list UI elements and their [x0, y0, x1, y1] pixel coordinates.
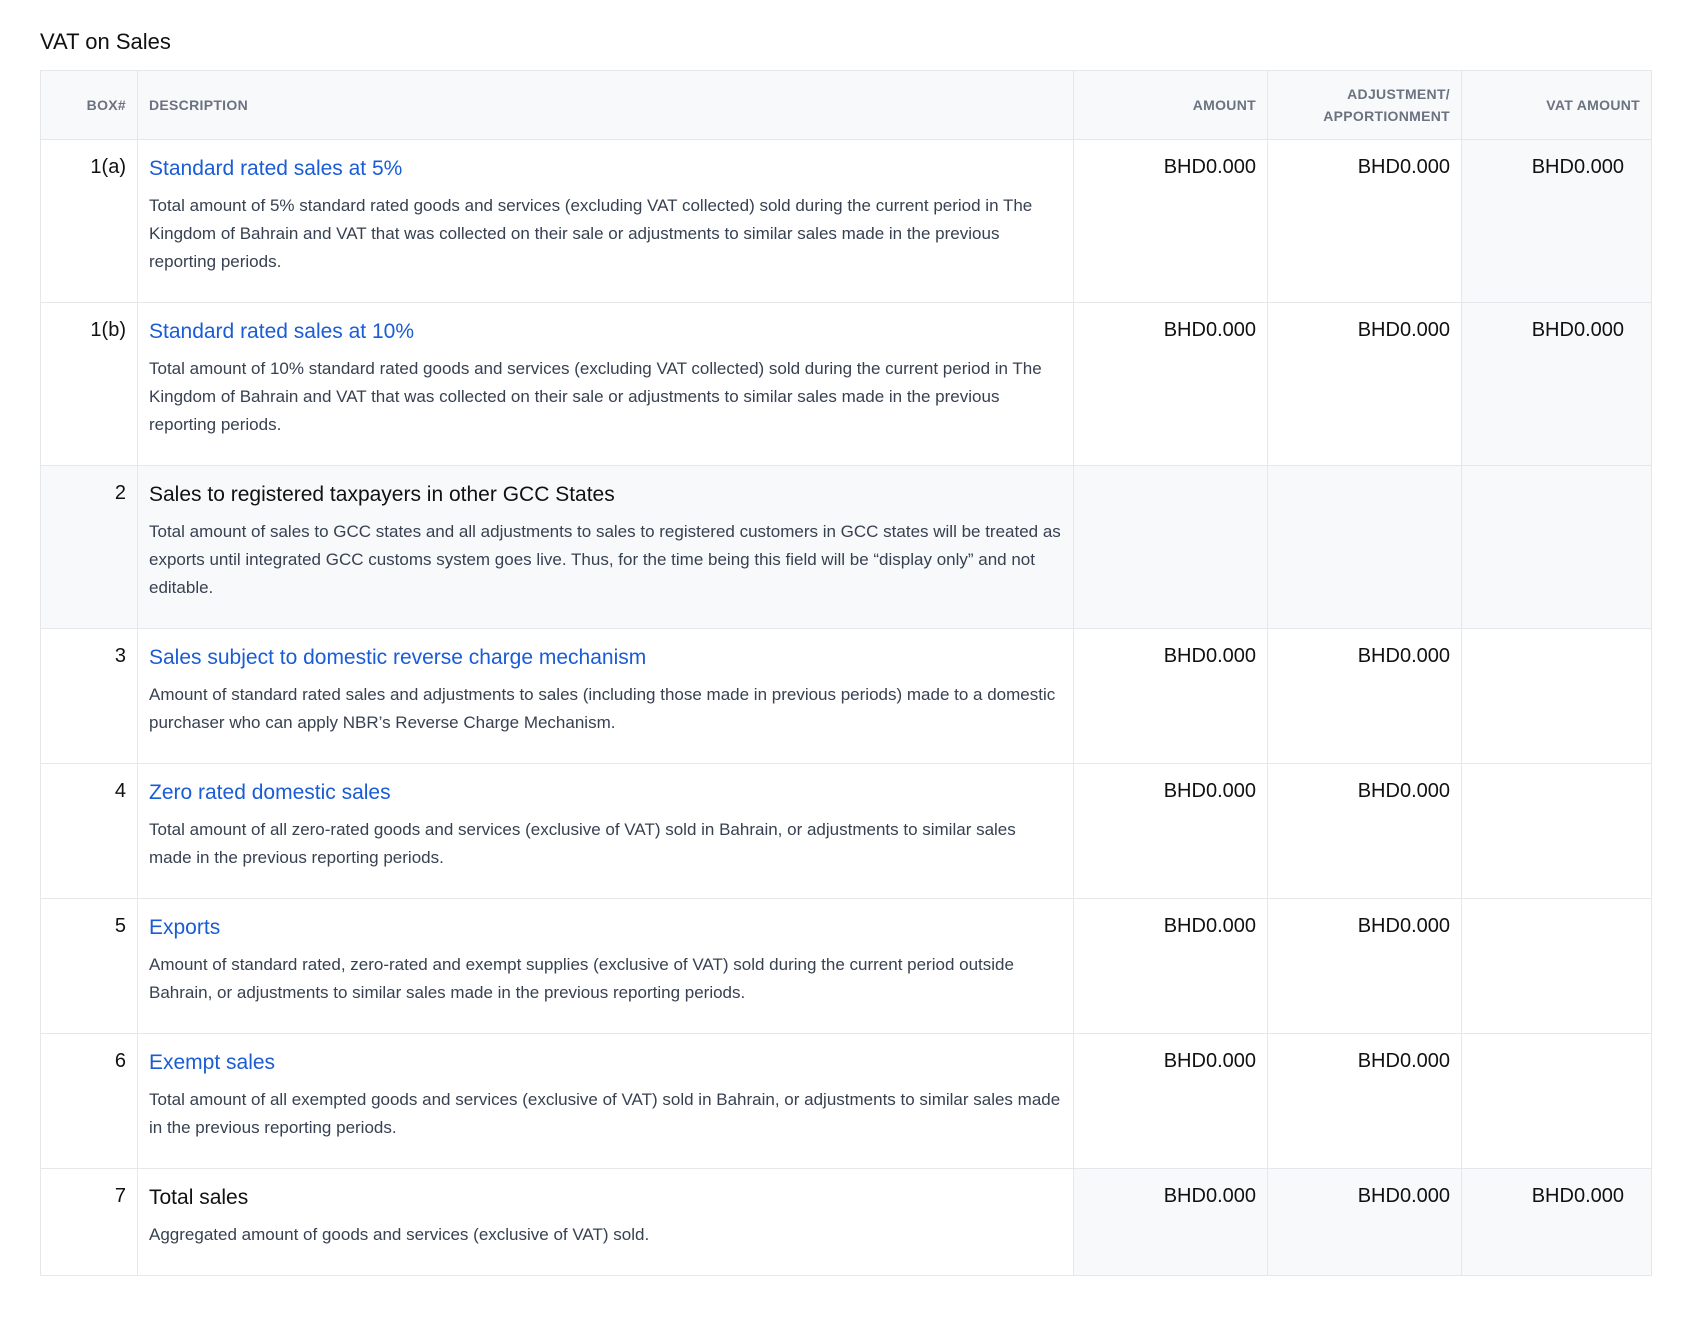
total-amount-value: BHD0.000: [1073, 1168, 1268, 1276]
row-title-link[interactable]: Zero rated domestic sales: [149, 780, 1062, 806]
row-title-link[interactable]: Standard rated sales at 5%: [149, 156, 1062, 182]
box-number: 5: [40, 898, 138, 1034]
header-adjustment: ADJUSTMENT/ APPORTIONMENT: [1267, 70, 1462, 140]
amount-value: BHD0.000: [1073, 763, 1268, 899]
adjustment-value: BHD0.000: [1267, 898, 1462, 1034]
section-title: VAT on Sales: [40, 29, 171, 54]
description-cell: Sales to registered taxpayers in other G…: [137, 465, 1074, 629]
table-row: 2 Sales to registered taxpayers in other…: [40, 465, 1652, 629]
total-adjustment-value: BHD0.000: [1267, 1168, 1462, 1276]
description-cell: Exports Amount of standard rated, zero-r…: [137, 898, 1074, 1034]
box-number: 2: [40, 465, 138, 629]
amount-value: BHD0.000: [1073, 1033, 1268, 1169]
vat-amount-value: [1461, 465, 1652, 629]
description-cell: Standard rated sales at 10% Total amount…: [137, 302, 1074, 466]
box-number: 1(b): [40, 302, 138, 466]
box-number: 1(a): [40, 139, 138, 303]
row-description: Amount of standard rated, zero-rated and…: [149, 955, 1014, 1002]
header-description: DESCRIPTION: [137, 70, 1074, 140]
amount-value: BHD0.000: [1073, 628, 1268, 764]
amount-value: BHD0.000: [1073, 139, 1268, 303]
table-row: 4 Zero rated domestic sales Total amount…: [40, 763, 1652, 899]
table-row-total: 7 Total sales Aggregated amount of goods…: [40, 1168, 1652, 1276]
vat-amount-value: [1461, 1033, 1652, 1169]
header-amount: AMOUNT: [1073, 70, 1268, 140]
adjustment-value: BHD0.000: [1267, 628, 1462, 764]
total-vat-amount-value: BHD0.000: [1461, 1168, 1652, 1276]
row-title-link[interactable]: Exports: [149, 915, 1062, 941]
table-header-row: BOX# DESCRIPTION AMOUNT ADJUSTMENT/ APPO…: [40, 70, 1652, 140]
vat-amount-value: BHD0.000: [1461, 302, 1652, 466]
description-cell: Total sales Aggregated amount of goods a…: [137, 1168, 1074, 1276]
row-description: Total amount of 10% standard rated goods…: [149, 359, 1042, 434]
row-description: Amount of standard rated sales and adjus…: [149, 685, 1056, 732]
amount-value: BHD0.000: [1073, 898, 1268, 1034]
row-title-link[interactable]: Standard rated sales at 10%: [149, 319, 1062, 345]
table-row: 3 Sales subject to domestic reverse char…: [40, 628, 1652, 764]
adjustment-value: BHD0.000: [1267, 139, 1462, 303]
description-cell: Exempt sales Total amount of all exempte…: [137, 1033, 1074, 1169]
row-description: Total amount of sales to GCC states and …: [149, 522, 1061, 597]
table-row: 1(b) Standard rated sales at 10% Total a…: [40, 302, 1652, 466]
vat-amount-value: [1461, 763, 1652, 899]
description-cell: Standard rated sales at 5% Total amount …: [137, 139, 1074, 303]
adjustment-value: [1267, 465, 1462, 629]
vat-on-sales-table: BOX# DESCRIPTION AMOUNT ADJUSTMENT/ APPO…: [40, 70, 1652, 1276]
table-row: 1(a) Standard rated sales at 5% Total am…: [40, 139, 1652, 303]
box-number: 7: [40, 1168, 138, 1276]
adjustment-value: BHD0.000: [1267, 763, 1462, 899]
amount-value: [1073, 465, 1268, 629]
row-description: Total amount of 5% standard rated goods …: [149, 196, 1033, 271]
header-vat-amount: VAT AMOUNT: [1461, 70, 1652, 140]
row-title: Sales to registered taxpayers in other G…: [149, 483, 615, 506]
vat-amount-value: [1461, 898, 1652, 1034]
description-cell: Sales subject to domestic reverse charge…: [137, 628, 1074, 764]
row-title-link[interactable]: Sales subject to domestic reverse charge…: [149, 645, 1062, 671]
box-number: 4: [40, 763, 138, 899]
table-row: 6 Exempt sales Total amount of all exemp…: [40, 1033, 1652, 1169]
box-number: 6: [40, 1033, 138, 1169]
header-adjustment-line2: APPORTIONMENT: [1323, 108, 1450, 124]
adjustment-value: BHD0.000: [1267, 302, 1462, 466]
amount-value: BHD0.000: [1073, 302, 1268, 466]
row-description: Aggregated amount of goods and services …: [149, 1225, 650, 1244]
vat-amount-value: BHD0.000: [1461, 139, 1652, 303]
vat-amount-value: [1461, 628, 1652, 764]
row-title-link[interactable]: Exempt sales: [149, 1050, 1062, 1076]
vat-return-page: VAT on Sales BOX# DESCRIPTION AMOUNT ADJ…: [0, 0, 1690, 1326]
table-row: 5 Exports Amount of standard rated, zero…: [40, 898, 1652, 1034]
row-description: Total amount of all exempted goods and s…: [149, 1090, 1061, 1137]
adjustment-value: BHD0.000: [1267, 1033, 1462, 1169]
row-description: Total amount of all zero-rated goods and…: [149, 820, 1016, 867]
description-cell: Zero rated domestic sales Total amount o…: [137, 763, 1074, 899]
box-number: 3: [40, 628, 138, 764]
header-adjustment-line1: ADJUSTMENT/: [1347, 86, 1450, 102]
row-title: Total sales: [149, 1186, 249, 1209]
header-box: BOX#: [40, 70, 138, 140]
